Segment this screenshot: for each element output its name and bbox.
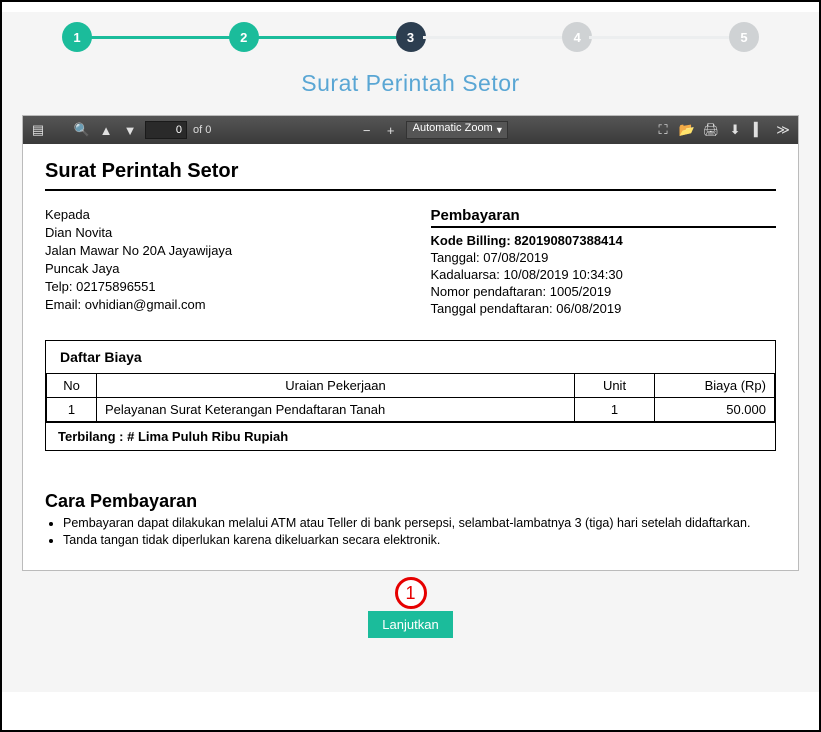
download-icon[interactable]: ⬇ [726, 121, 744, 139]
kode-billing: Kode Billing: 820190807388414 [431, 233, 777, 248]
kepada-email: Email: ovhidian@gmail.com [45, 297, 391, 312]
step-4[interactable]: 4 [562, 22, 592, 52]
page-title: Surat Perintah Setor [22, 70, 799, 97]
cara-list: Pembayaran dapat dilakukan melalui ATM a… [63, 516, 776, 547]
zoom-in-icon[interactable]: + [382, 121, 400, 139]
annotation-1: 1 [395, 577, 427, 609]
td-biaya: 50.000 [655, 398, 775, 422]
search-icon[interactable]: 🔍 [73, 121, 91, 139]
pdf-document: Surat Perintah Setor Kepada Dian Novita … [23, 144, 798, 570]
page-down-icon[interactable]: ▼ [121, 121, 139, 139]
list-item: Tanda tangan tidak diperlukan karena dik… [63, 533, 776, 547]
table-header-row: No Uraian Pekerjaan Unit Biaya (Rp) [47, 374, 775, 398]
td-no: 1 [47, 398, 97, 422]
kepada-name: Dian Novita [45, 225, 391, 240]
sidebar-toggle-icon[interactable]: ▤ [29, 121, 47, 139]
kadaluarsa: Kadaluarsa: 10/08/2019 10:34:30 [431, 267, 777, 282]
step-2[interactable]: 2 [229, 22, 259, 52]
zoom-select[interactable]: Automatic Zoom▼ [406, 121, 508, 139]
th-uraian: Uraian Pekerjaan [97, 374, 575, 398]
connector-4-5 [589, 36, 732, 39]
kepada-label: Kepada [45, 207, 391, 222]
pdf-viewer: ▤ 🔍 ▲ ▼ of 0 − + Automatic Zoom▼ ⛶ 📂 🖨 ⬇… [22, 115, 799, 571]
document-title: Surat Perintah Setor [45, 160, 776, 183]
terbilang: Terbilang : # Lima Puluh Ribu Rupiah [46, 422, 775, 450]
cara-title: Cara Pembayaran [45, 491, 776, 512]
list-item: Pembayaran dapat dilakukan melalui ATM a… [63, 516, 776, 530]
tgl-pendaftaran: Tanggal pendaftaran: 06/08/2019 [431, 301, 777, 316]
tanggal: Tanggal: 07/08/2019 [431, 250, 777, 265]
th-unit: Unit [575, 374, 655, 398]
step-1[interactable]: 1 [62, 22, 92, 52]
pdf-toolbar: ▤ 🔍 ▲ ▼ of 0 − + Automatic Zoom▼ ⛶ 📂 🖨 ⬇… [23, 116, 798, 144]
nomor-pendaftaran: Nomor pendaftaran: 1005/2019 [431, 284, 777, 299]
print-icon[interactable]: 🖨 [702, 121, 720, 139]
open-file-icon[interactable]: 📂 [678, 121, 696, 139]
page-total-label: of 0 [193, 124, 211, 136]
step-5[interactable]: 5 [729, 22, 759, 52]
continue-button[interactable]: Lanjutkan [368, 611, 452, 638]
daftar-biaya: Daftar Biaya No Uraian Pekerjaan Unit Bi… [45, 340, 776, 451]
connector-1-2 [89, 36, 232, 39]
table-row: 1 Pelayanan Surat Keterangan Pendaftaran… [47, 398, 775, 422]
stepper: 1 2 3 4 5 [22, 22, 799, 52]
daftar-biaya-title: Daftar Biaya [46, 341, 775, 373]
divider [45, 189, 776, 191]
kepada-section: Kepada Dian Novita Jalan Mawar No 20A Ja… [45, 207, 391, 318]
page-up-icon[interactable]: ▲ [97, 121, 115, 139]
zoom-out-icon[interactable]: − [358, 121, 376, 139]
th-no: No [47, 374, 97, 398]
kepada-address2: Puncak Jaya [45, 261, 391, 276]
presentation-icon[interactable]: ⛶ [654, 121, 672, 139]
kepada-address1: Jalan Mawar No 20A Jayawijaya [45, 243, 391, 258]
td-uraian: Pelayanan Surat Keterangan Pendaftaran T… [97, 398, 575, 422]
kepada-telp: Telp: 02175896551 [45, 279, 391, 294]
step-3[interactable]: 3 [396, 22, 426, 52]
pembayaran-title: Pembayaran [431, 207, 777, 224]
td-unit: 1 [575, 398, 655, 422]
th-biaya: Biaya (Rp) [655, 374, 775, 398]
bookmark-icon[interactable]: ▍ [750, 121, 768, 139]
connector-3-4 [423, 36, 566, 39]
pembayaran-section: Pembayaran Kode Billing: 820190807388414… [431, 207, 777, 318]
more-tools-icon[interactable]: ≫ [774, 121, 792, 139]
page-number-input[interactable] [145, 121, 187, 139]
connector-2-3 [256, 36, 399, 39]
